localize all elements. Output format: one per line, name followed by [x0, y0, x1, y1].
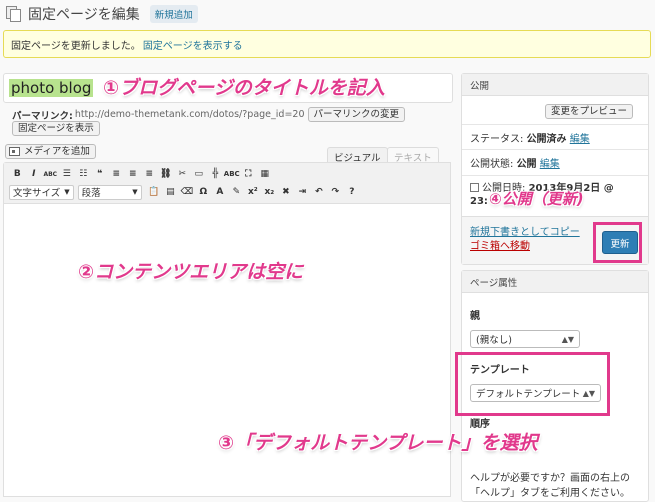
- select-arrows-icon: ▲▼: [561, 334, 574, 344]
- pages-icon: [6, 5, 22, 23]
- page-title: 固定ページを編集: [28, 7, 140, 23]
- subscript-icon[interactable]: x₂: [261, 187, 278, 197]
- update-notice: 固定ページを更新しました。 固定ページを表示する: [3, 30, 651, 58]
- trash-link[interactable]: ゴミ箱へ移動: [470, 237, 530, 252]
- page-header: 固定ページを編集 新規追加: [6, 4, 198, 24]
- help-icon[interactable]: ?: [344, 187, 361, 197]
- fullscreen-icon[interactable]: ⛶: [240, 169, 257, 179]
- status-row: ステータス: 公開済み 編集: [470, 130, 590, 145]
- help-line-2: 「ヘルプ」タブをご利用ください。: [470, 488, 630, 499]
- status-value: 公開済み: [526, 134, 567, 145]
- more-tag-icon[interactable]: ▭: [191, 169, 208, 179]
- time-value: 23:: [470, 196, 488, 207]
- blockquote-icon[interactable]: ❝: [92, 169, 109, 179]
- unlink-icon[interactable]: ✂: [174, 169, 191, 179]
- permalink-url: http://demo-themetank.com/dotos/?page_id…: [74, 109, 305, 120]
- update-highlight: [593, 222, 642, 263]
- annotation-step-4: ④公開（更新): [489, 190, 584, 208]
- align-left-icon[interactable]: ≡: [108, 169, 125, 179]
- tab-visual[interactable]: ビジュアル: [327, 147, 388, 164]
- symbol-icon[interactable]: Ω: [195, 187, 212, 197]
- parent-value: (親なし): [476, 335, 512, 346]
- strikethrough-icon[interactable]: ABC: [42, 171, 59, 178]
- view-page-button[interactable]: 固定ページを表示: [12, 121, 100, 136]
- annotation-step-2: ②コンテンツエリアは空に: [78, 261, 304, 283]
- remove-icon[interactable]: ✖: [278, 187, 295, 197]
- format-value: 段落: [81, 188, 101, 199]
- add-new-button[interactable]: 新規追加: [149, 5, 198, 23]
- visibility-value: 公開: [516, 159, 537, 170]
- help-line-1: ヘルプが必要ですか？画面の右上の: [470, 473, 630, 484]
- divider: [462, 149, 648, 150]
- bullet-list-icon[interactable]: ☰: [59, 169, 76, 179]
- link-icon[interactable]: ⛓: [158, 169, 175, 179]
- clear-format-icon[interactable]: ⌫: [179, 187, 196, 197]
- title-value: photo blog: [9, 79, 94, 97]
- preview-button[interactable]: 変更をプレビュー: [545, 104, 634, 119]
- visibility-label: 公開状態:: [470, 159, 514, 170]
- parent-label: 親: [470, 311, 480, 322]
- superscript-icon[interactable]: x²: [245, 187, 262, 197]
- bg-color-icon[interactable]: ✎: [228, 187, 245, 197]
- annotation-step-1: ①ブログページのタイトルを記入: [103, 77, 385, 99]
- italic-icon[interactable]: I: [26, 169, 43, 179]
- divider: [462, 124, 648, 125]
- font-size-select[interactable]: 文字サイズ ▼: [9, 184, 74, 200]
- help-text: ヘルプが必要ですか？画面の右上の 「ヘルプ」タブをご利用ください。: [470, 471, 630, 501]
- align-right-icon[interactable]: ≡: [141, 169, 158, 179]
- copy-draft-link[interactable]: 新規下書きとしてコピー: [470, 223, 580, 238]
- page-break-icon[interactable]: ╬: [207, 169, 224, 179]
- permalink-row: パーマリンク: http://demo-themetank.com/dotos/…: [12, 107, 406, 122]
- text-color-icon[interactable]: A: [212, 187, 229, 197]
- parent-select[interactable]: (親なし) ▲▼: [470, 330, 580, 348]
- tab-text[interactable]: テキスト: [387, 147, 439, 164]
- toolbar-row-1: B I ABC ☰ ☷ ❝ ≡ ≡ ≡ ⛓ ✂ ▭ ╬ ABC ⛶ ▦: [9, 165, 445, 183]
- toolbar-row-2: 文字サイズ ▼ 段落 ▼ 📋 ▤ ⌫ Ω A ✎ x² x₂ ✖ ⇥ ↶ ↷ ?: [9, 183, 445, 201]
- font-size-value: 文字サイズ: [13, 188, 61, 199]
- add-media-label: メディアを追加: [24, 146, 90, 157]
- indent-icon[interactable]: ⇥: [294, 187, 311, 197]
- spellcheck-icon[interactable]: ABC: [224, 170, 241, 178]
- template-highlight: [455, 352, 610, 416]
- media-icon: [9, 147, 20, 156]
- attributes-title: ページ属性: [462, 271, 648, 293]
- paste-text-icon[interactable]: 📋: [146, 187, 163, 197]
- chevron-down-icon: ▼: [64, 188, 70, 196]
- chevron-down-icon: ▼: [132, 188, 138, 196]
- visibility-row: 公開状態: 公開 編集: [470, 155, 560, 170]
- editor-toolbar: B I ABC ☰ ☷ ❝ ≡ ≡ ≡ ⛓ ✂ ▭ ╬ ABC ⛶ ▦ 文字サイ…: [4, 163, 450, 204]
- edit-visibility-link[interactable]: 編集: [540, 159, 560, 170]
- edit-status-link[interactable]: 編集: [570, 134, 590, 145]
- kitchen-sink-icon[interactable]: ▦: [257, 169, 274, 179]
- undo-icon[interactable]: ↶: [311, 187, 328, 197]
- divider: [462, 175, 648, 176]
- bold-icon[interactable]: B: [9, 169, 26, 179]
- calendar-icon: [470, 183, 479, 192]
- permalink-label: パーマリンク:: [12, 110, 73, 122]
- numbered-list-icon[interactable]: ☷: [75, 169, 92, 179]
- format-select[interactable]: 段落 ▼: [77, 184, 142, 200]
- paste-word-icon[interactable]: ▤: [162, 187, 179, 197]
- annotation-step-3: ③「デフォルトテンプレート」を選択: [218, 432, 538, 454]
- align-center-icon[interactable]: ≡: [125, 169, 142, 179]
- redo-icon[interactable]: ↷: [327, 187, 344, 197]
- change-permalink-button[interactable]: パーマリンクの変更: [307, 107, 406, 122]
- notice-message: 固定ページを更新しました。: [11, 40, 141, 52]
- publish-title: 公開: [462, 74, 648, 96]
- status-label: ステータス:: [470, 134, 524, 145]
- view-page-link[interactable]: 固定ページを表示する: [143, 37, 243, 52]
- add-media-button[interactable]: メディアを追加: [5, 144, 96, 159]
